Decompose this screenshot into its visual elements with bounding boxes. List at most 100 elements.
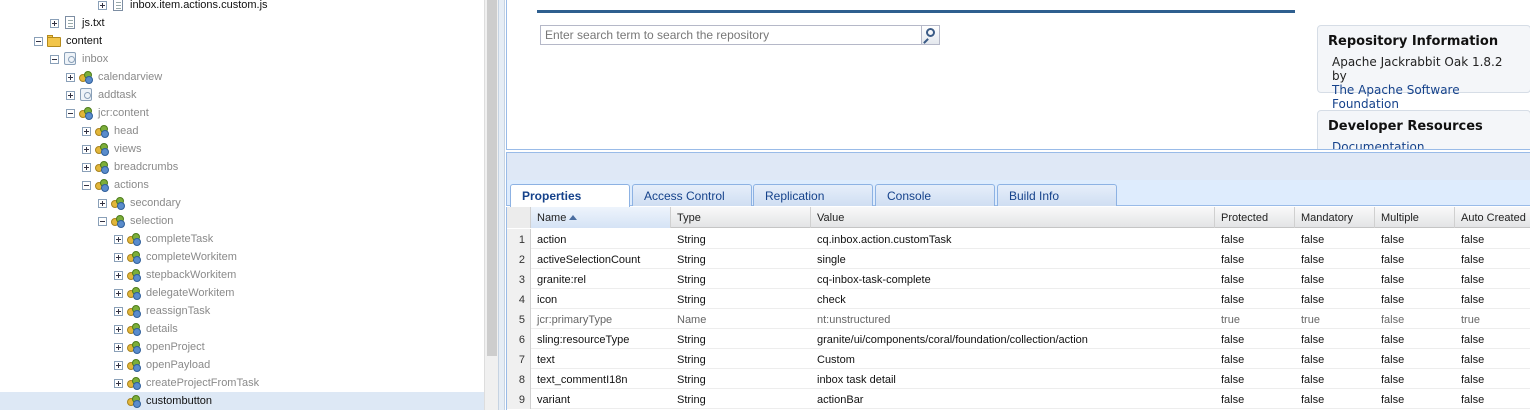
expand-icon[interactable] [114, 252, 123, 262]
tree-scrollbar[interactable] [484, 0, 498, 410]
table-row[interactable]: 7 text String Custom false false false false [507, 349, 1530, 369]
tab-access-control[interactable]: Access Control [632, 184, 752, 206]
tree-node[interactable]: openPayload [0, 356, 484, 374]
multiple-cell: false [1381, 354, 1405, 366]
tab-properties[interactable]: Properties [510, 184, 630, 207]
tree-node[interactable]: completeTask [0, 230, 484, 248]
tree-node[interactable]: inbox [0, 50, 484, 68]
tree-node[interactable]: addtask [0, 86, 484, 104]
developer-resources-box: Developer Resources Documentation [1317, 110, 1530, 149]
grid-header: Name Type Value Protected Mandatory Mult… [507, 207, 1530, 228]
tree-node[interactable]: delegateWorkitem [0, 284, 484, 302]
expand-icon[interactable] [114, 324, 123, 334]
expand-icon[interactable] [114, 360, 123, 370]
tree-node[interactable]: createProjectFromTask [0, 374, 484, 392]
expand-icon[interactable] [82, 144, 91, 154]
table-row[interactable]: 8 text_commentI18n String inbox task detail… [507, 369, 1530, 389]
tab-strip: Properties Access Control Replication Co… [506, 180, 1530, 207]
table-row[interactable]: 4 icon String check false false false false [507, 289, 1530, 309]
tab-build-info[interactable]: Build Info [997, 184, 1117, 206]
apache-foundation-link[interactable]: The Apache Software Foundation [1332, 83, 1520, 111]
header-value[interactable]: Value [811, 207, 1215, 228]
table-row[interactable]: 6 sling:resourceType String granite/ui/comp… [507, 329, 1530, 349]
expand-icon[interactable] [114, 234, 123, 244]
expand-icon[interactable] [114, 342, 123, 352]
search-input[interactable] [541, 26, 921, 44]
tree-node[interactable]: views [0, 140, 484, 158]
expand-icon[interactable] [114, 288, 123, 298]
mandatory-cell: false [1301, 334, 1325, 346]
expand-icon[interactable] [114, 306, 123, 316]
tree-node[interactable]: secondary [0, 194, 484, 212]
collapse-icon[interactable] [98, 216, 107, 226]
node-node-icon [126, 394, 142, 408]
tree-node[interactable]: openProject [0, 338, 484, 356]
developer-resources-title: Developer Resources [1328, 119, 1483, 134]
type-cell: String [677, 294, 706, 306]
tree-node[interactable]: selection [0, 212, 484, 230]
tree-node[interactable]: breadcrumbs [0, 158, 484, 176]
tab-replication[interactable]: Replication [753, 184, 873, 206]
tree-node[interactable]: content [0, 32, 484, 50]
tree-node[interactable]: completeWorkitem [0, 248, 484, 266]
expand-icon[interactable] [114, 270, 123, 280]
header-mandatory[interactable]: Mandatory [1295, 207, 1375, 228]
node-node-icon [126, 376, 142, 390]
header-auto-created[interactable]: Auto Created [1455, 207, 1530, 228]
value-cell: actionBar [817, 394, 864, 406]
table-row[interactable]: 5 jcr:primaryType Name nt:unstructured true t… [507, 309, 1530, 329]
table-row[interactable]: 2 activeSelectionCount String single false fa… [507, 249, 1530, 269]
tree-node[interactable]: stepbackWorkitem [0, 266, 484, 284]
auto-created-cell: false [1461, 274, 1485, 286]
auto-created-cell: true [1461, 314, 1480, 326]
value-cell: nt:unstructured [817, 314, 891, 326]
expand-icon[interactable] [50, 18, 59, 28]
header-multiple[interactable]: Multiple [1375, 207, 1455, 228]
multiple-cell: false [1381, 314, 1405, 326]
name-cell: granite:rel [537, 274, 586, 286]
value-cell: granite/ui/components/coral/foundation/c… [817, 334, 1088, 346]
header-protected[interactable]: Protected [1215, 207, 1295, 228]
collapse-icon[interactable] [82, 180, 91, 190]
tree-node[interactable]: reassignTask [0, 302, 484, 320]
header-name[interactable]: Name [531, 207, 671, 228]
protected-cell: false [1221, 394, 1245, 406]
collapse-icon[interactable] [50, 54, 59, 64]
tree-node[interactable]: calendarview [0, 68, 484, 86]
multiple-cell: false [1381, 374, 1405, 386]
expand-icon[interactable] [82, 126, 91, 136]
header-accent-line [537, 10, 1295, 13]
expand-icon[interactable] [66, 90, 75, 100]
collapse-icon[interactable] [66, 108, 75, 118]
name-cell: variant [537, 394, 571, 406]
pane-splitter-vertical[interactable] [498, 0, 505, 410]
repository-tree: inbox.item.actions.custom.js js.txt conten… [0, 0, 484, 410]
expand-icon[interactable] [98, 0, 107, 10]
expand-icon[interactable] [82, 162, 91, 172]
table-row[interactable]: 9 variant String actionBar false false false fa… [507, 389, 1530, 409]
tree-node[interactable]: inbox.item.actions.custom.js [0, 0, 484, 14]
collapse-icon[interactable] [34, 36, 43, 46]
tree-node-label: actions [114, 179, 149, 191]
tree-node[interactable]: jcr:content [0, 104, 484, 122]
header-type[interactable]: Type [671, 207, 811, 228]
tree-node[interactable]: details [0, 320, 484, 338]
tree-scrollbar-thumb[interactable] [487, 0, 497, 356]
tree-node-label: breadcrumbs [114, 161, 179, 173]
table-row[interactable]: 3 granite:rel String cq-inbox-task-complete… [507, 269, 1530, 289]
tree-node-label: reassignTask [146, 305, 211, 317]
tab-console[interactable]: Console [875, 184, 995, 206]
tree-node[interactable]: js.txt [0, 14, 484, 32]
tree-node[interactable]: custombutton [0, 392, 484, 410]
node-node-icon [94, 160, 110, 174]
auto-created-cell: false [1461, 374, 1485, 386]
table-row[interactable]: 1 action String cq.inbox.action.customTask f… [507, 229, 1530, 249]
search-button[interactable] [921, 25, 940, 45]
pane-splitter-horizontal[interactable] [506, 152, 1530, 180]
documentation-link[interactable]: Documentation [1332, 140, 1520, 149]
expand-icon[interactable] [114, 378, 123, 388]
tree-node[interactable]: actions [0, 176, 484, 194]
expand-icon[interactable] [66, 72, 75, 82]
tree-node[interactable]: head [0, 122, 484, 140]
expand-icon[interactable] [98, 198, 107, 208]
